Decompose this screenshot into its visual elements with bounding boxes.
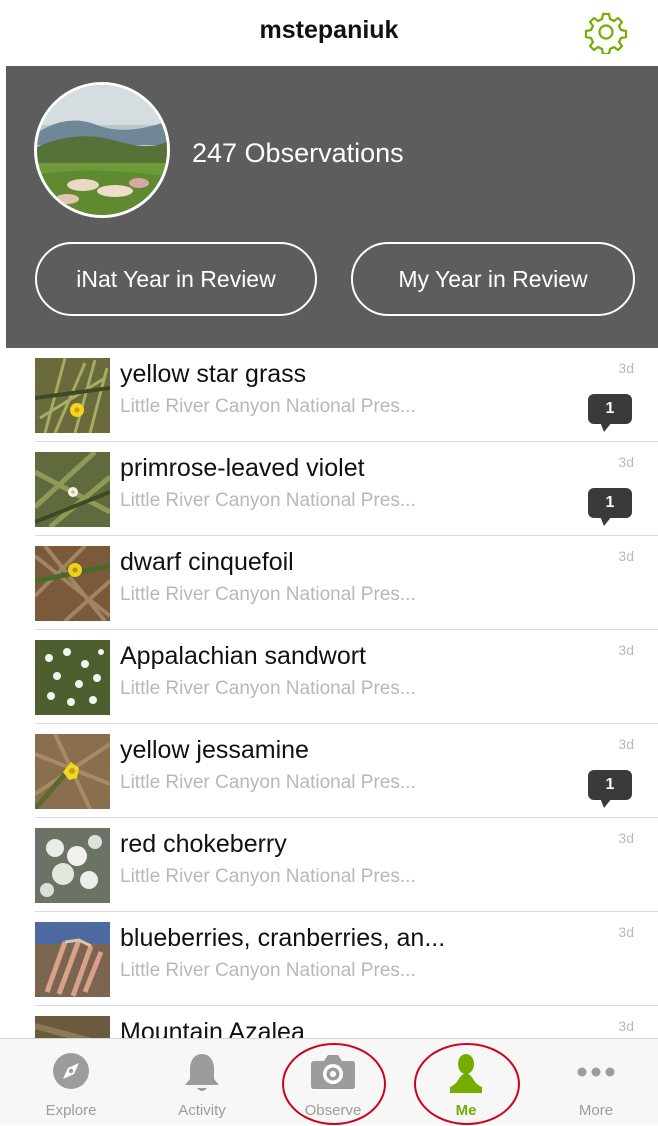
observation-place: Little River Canyon National Pres... bbox=[120, 584, 416, 605]
observation-time: 3d bbox=[618, 548, 634, 564]
tab-label: Observe bbox=[304, 1102, 362, 1119]
comment-count: 1 bbox=[588, 394, 632, 424]
observation-thumbnail bbox=[35, 546, 110, 621]
tab-label: Me bbox=[455, 1102, 477, 1119]
observation-place: Little River Canyon National Pres... bbox=[120, 772, 416, 793]
tab-me[interactable]: Me bbox=[406, 1039, 526, 1126]
more-dots-icon bbox=[576, 1065, 616, 1083]
list-item[interactable]: blueberries, cranberries, an... Little R… bbox=[0, 912, 658, 1006]
observation-time: 3d bbox=[618, 830, 634, 846]
inat-year-in-review-button[interactable]: iNat Year in Review bbox=[35, 242, 317, 316]
list-item[interactable]: yellow jessamine Little River Canyon Nat… bbox=[0, 724, 658, 818]
comment-badge: 1 bbox=[588, 488, 632, 528]
list-item[interactable]: red chokeberry Little River Canyon Natio… bbox=[0, 818, 658, 912]
observation-thumbnail bbox=[35, 640, 110, 715]
list-item[interactable]: Appalachian sandwort Little River Canyon… bbox=[0, 630, 658, 724]
observation-thumbnail bbox=[35, 828, 110, 903]
observation-count[interactable]: 247 Observations bbox=[192, 138, 404, 169]
tab-label: Explore bbox=[45, 1102, 97, 1119]
observation-name: yellow jessamine bbox=[120, 736, 309, 764]
camera-icon bbox=[310, 1051, 356, 1096]
observation-time: 3d bbox=[618, 360, 634, 376]
page-title: mstepaniuk bbox=[259, 16, 399, 44]
tab-activity[interactable]: Activity bbox=[142, 1039, 262, 1126]
tab-explore[interactable]: Explore bbox=[11, 1039, 131, 1126]
observation-time: 3d bbox=[618, 736, 634, 752]
comment-count: 1 bbox=[588, 488, 632, 518]
observation-thumbnail bbox=[35, 452, 110, 527]
observation-place: Little River Canyon National Pres... bbox=[120, 866, 416, 887]
comment-badge: 1 bbox=[588, 770, 632, 810]
observation-name: blueberries, cranberries, an... bbox=[120, 924, 446, 952]
list-item[interactable]: dwarf cinquefoil Little River Canyon Nat… bbox=[0, 536, 658, 630]
bell-icon bbox=[182, 1051, 222, 1100]
tab-observe[interactable]: Observe bbox=[273, 1039, 393, 1126]
gear-icon[interactable] bbox=[584, 10, 628, 56]
observation-place: Little River Canyon National Pres... bbox=[120, 396, 416, 417]
observation-name: yellow star grass bbox=[120, 360, 307, 388]
person-icon bbox=[444, 1051, 488, 1100]
observation-name: primrose-leaved violet bbox=[120, 454, 365, 482]
observation-place: Little River Canyon National Pres... bbox=[120, 960, 416, 981]
my-year-in-review-button[interactable]: My Year in Review bbox=[351, 242, 635, 316]
tab-bar: Explore Activity Observe Me More bbox=[0, 1038, 658, 1125]
observation-place: Little River Canyon National Pres... bbox=[120, 678, 416, 699]
tab-more[interactable]: More bbox=[536, 1039, 656, 1126]
comment-badge: 1 bbox=[588, 394, 632, 434]
list-item[interactable]: Mountain Azalea 3d bbox=[0, 1006, 658, 1038]
observation-time: 3d bbox=[618, 454, 634, 470]
comment-count: 1 bbox=[588, 770, 632, 800]
observation-time: 3d bbox=[618, 924, 634, 940]
compass-icon bbox=[51, 1051, 91, 1096]
top-navigation-bar: mstepaniuk bbox=[0, 0, 658, 66]
list-item[interactable]: primrose-leaved violet Little River Cany… bbox=[0, 442, 658, 536]
avatar[interactable] bbox=[34, 82, 170, 218]
list-item[interactable]: yellow star grass Little River Canyon Na… bbox=[0, 348, 658, 442]
observation-thumbnail bbox=[35, 358, 110, 433]
observation-time: 3d bbox=[618, 642, 634, 658]
observation-name: dwarf cinquefoil bbox=[120, 548, 294, 576]
tab-label: Activity bbox=[178, 1102, 226, 1119]
observation-name: Appalachian sandwort bbox=[120, 642, 366, 670]
observation-name: Mountain Azalea bbox=[120, 1018, 305, 1038]
observation-name: red chokeberry bbox=[120, 830, 287, 858]
profile-header: 247 Observations iNat Year in Review My … bbox=[6, 66, 658, 348]
observation-list[interactable]: yellow star grass Little River Canyon Na… bbox=[0, 348, 658, 1038]
observation-thumbnail bbox=[35, 1016, 110, 1038]
observation-thumbnail bbox=[35, 922, 110, 997]
observation-place: Little River Canyon National Pres... bbox=[120, 490, 416, 511]
observation-time: 3d bbox=[618, 1018, 634, 1034]
observation-thumbnail bbox=[35, 734, 110, 809]
tab-label: More bbox=[578, 1102, 614, 1119]
